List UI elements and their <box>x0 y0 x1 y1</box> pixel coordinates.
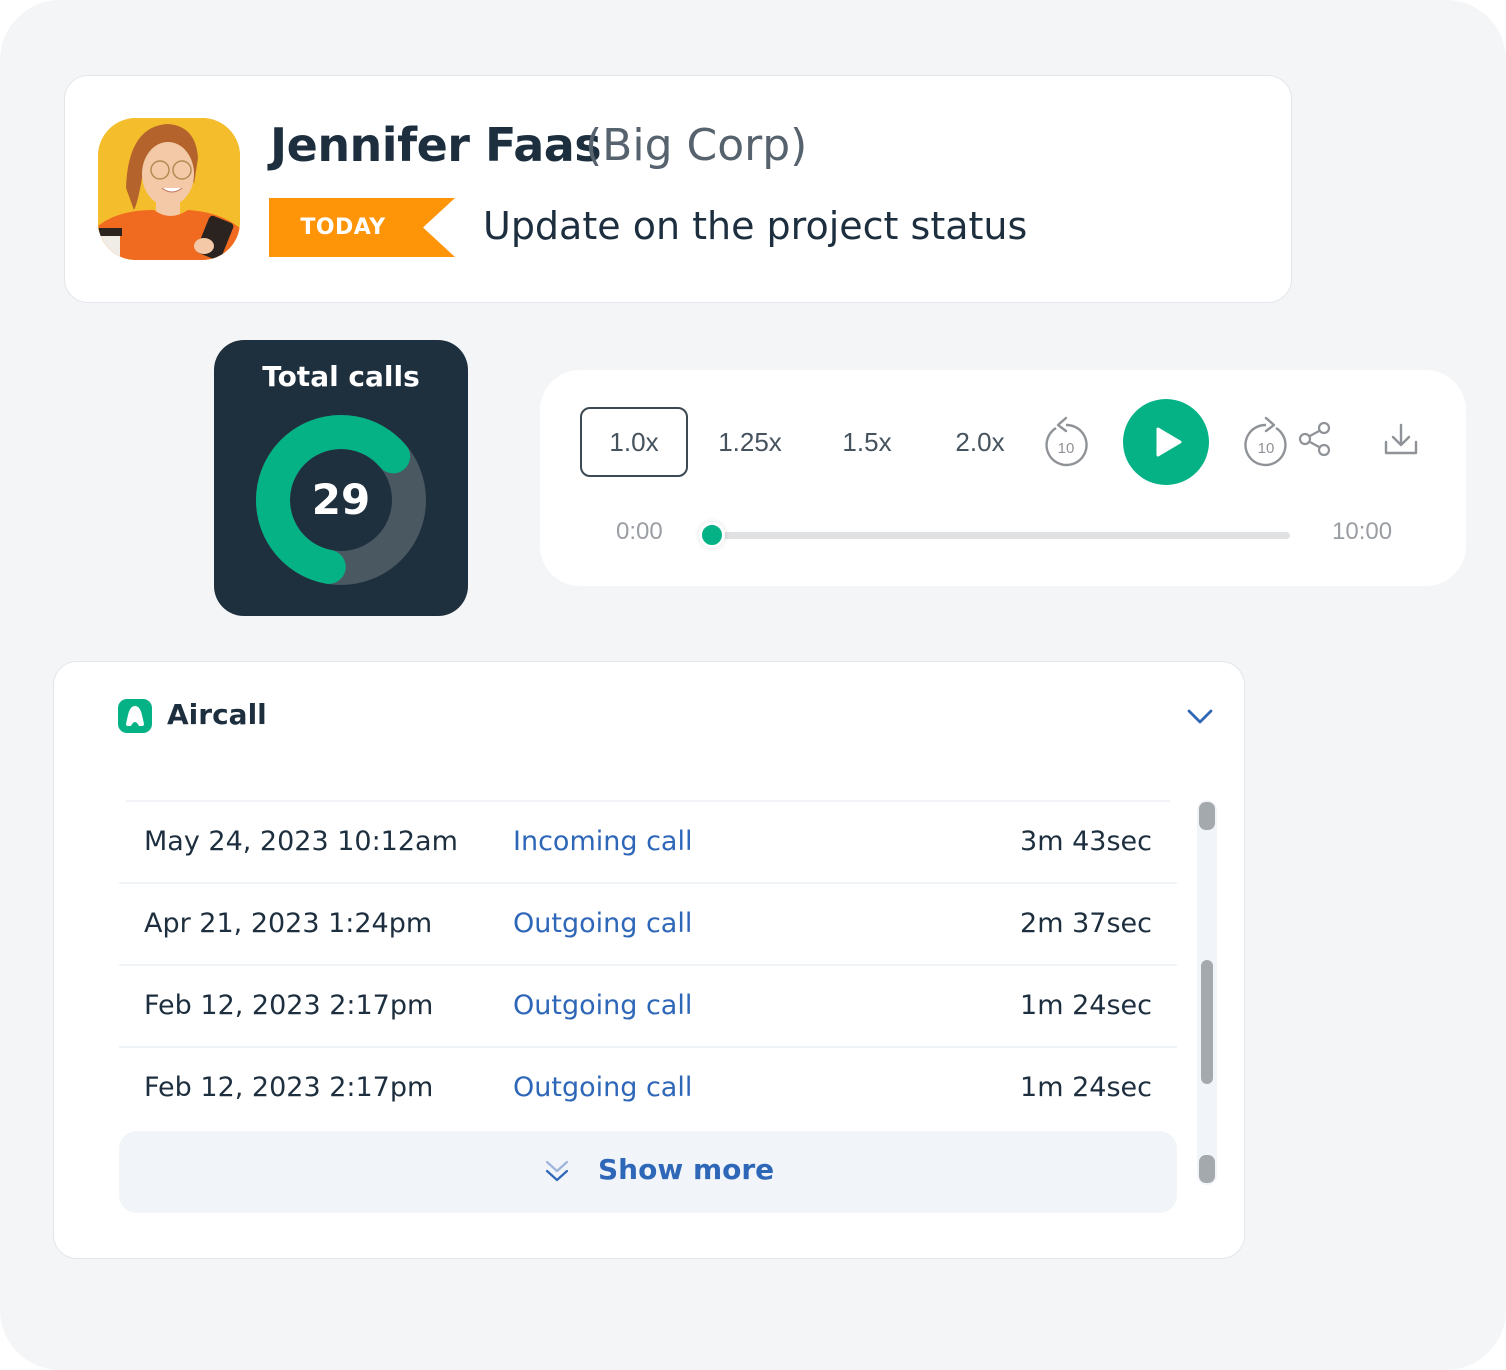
speed-1-0x-button[interactable]: 1.0x <box>580 407 688 477</box>
call-duration: 1m 24sec <box>1020 990 1152 1021</box>
call-row[interactable]: Feb 12, 2023 2:17pm Outgoing call 1m 24s… <box>119 964 1177 1046</box>
call-row[interactable]: May 24, 2023 10:12am Incoming call 3m 43… <box>126 800 1170 882</box>
meeting-title: Update on the project status <box>483 204 1028 248</box>
contact-company: (Big Corp) <box>585 120 808 171</box>
calls-list: May 24, 2023 10:12am Incoming call 3m 43… <box>119 800 1177 1128</box>
call-date: Apr 21, 2023 1:24pm <box>144 908 433 939</box>
audio-player: 1.0x 1.25x 1.5x 2.0x 10 10 0:00 10:00 <box>540 370 1466 586</box>
play-icon <box>1156 427 1182 457</box>
speed-2-0x-button[interactable]: 2.0x <box>940 407 1020 477</box>
show-more-button[interactable]: Show more <box>119 1131 1177 1213</box>
speed-1-5x-button[interactable]: 1.5x <box>830 407 904 477</box>
speed-1-25x-button[interactable]: 1.25x <box>708 407 792 477</box>
call-date: Feb 12, 2023 2:17pm <box>144 1072 434 1103</box>
call-type-link[interactable]: Incoming call <box>513 826 692 857</box>
call-type-link[interactable]: Outgoing call <box>513 990 692 1021</box>
aircall-calls-card: Aircall May 24, 2023 10:12am Incoming ca… <box>53 661 1245 1259</box>
call-duration: 1m 24sec <box>1020 1072 1152 1103</box>
contact-card: Jennifer Faas (Big Corp) TODAY Update on… <box>64 75 1292 303</box>
total-calls-card: Total calls 29 <box>214 340 468 616</box>
calls-scrollbar[interactable] <box>1197 800 1217 1185</box>
call-duration: 2m 37sec <box>1020 908 1152 939</box>
seek-handle[interactable] <box>699 522 725 548</box>
call-type-link[interactable]: Outgoing call <box>513 1072 692 1103</box>
double-chevron-down-icon <box>545 1160 569 1182</box>
download-icon[interactable] <box>1382 422 1420 458</box>
scroll-thumb[interactable] <box>1201 960 1213 1084</box>
total-time: 10:00 <box>1332 518 1393 545</box>
call-type-link[interactable]: Outgoing call <box>513 908 692 939</box>
call-date: Feb 12, 2023 2:17pm <box>144 990 434 1021</box>
call-duration: 3m 43sec <box>1020 826 1152 857</box>
page-background: Jennifer Faas (Big Corp) TODAY Update on… <box>0 0 1506 1370</box>
svg-text:10: 10 <box>1058 440 1075 457</box>
avatar <box>98 118 240 260</box>
aircall-title: Aircall <box>167 698 267 731</box>
today-badge-label: TODAY <box>300 215 386 240</box>
call-row[interactable]: Apr 21, 2023 1:24pm Outgoing call 2m 37s… <box>119 882 1177 964</box>
forward-10-icon[interactable]: 10 <box>1240 414 1292 470</box>
seek-bar[interactable] <box>712 532 1290 539</box>
svg-text:10: 10 <box>1258 440 1275 457</box>
scroll-down-button[interactable] <box>1199 1155 1215 1183</box>
total-calls-title: Total calls <box>262 360 420 393</box>
contact-name: Jennifer Faas <box>270 118 602 172</box>
play-button[interactable] <box>1123 399 1209 485</box>
call-row[interactable]: Feb 12, 2023 2:17pm Outgoing call 1m 24s… <box>119 1046 1177 1128</box>
scroll-up-button[interactable] <box>1199 802 1215 830</box>
call-date: May 24, 2023 10:12am <box>144 826 458 857</box>
chevron-down-icon[interactable] <box>1184 702 1216 730</box>
rewind-10-icon[interactable]: 10 <box>1040 414 1092 470</box>
aircall-logo-icon <box>118 699 152 733</box>
show-more-label: Show more <box>598 1153 775 1186</box>
today-badge: TODAY <box>269 198 455 257</box>
person-avatar-icon <box>98 118 240 260</box>
total-calls-value: 29 <box>311 475 371 524</box>
current-time: 0:00 <box>616 518 663 545</box>
share-icon[interactable] <box>1296 420 1334 458</box>
